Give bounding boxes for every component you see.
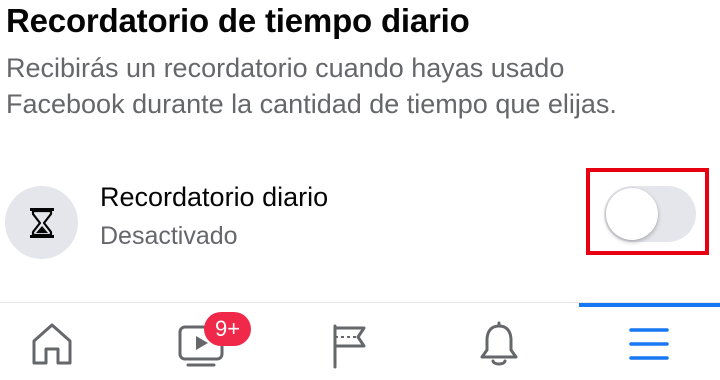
tab-home[interactable] [0,303,120,380]
tab-pages[interactable] [290,303,410,380]
hourglass-icon [5,186,78,259]
toggle-knob [606,188,658,240]
daily-reminder-toggle[interactable] [604,186,696,242]
watch-notification-badge: 9+ [204,312,251,346]
pages-flag-icon [333,324,366,369]
daily-reminder-label: Recordatorio diario [100,182,329,212]
notifications-bell-icon [480,321,518,366]
tab-notifications[interactable] [440,303,560,380]
tab-menu[interactable] [590,303,710,380]
home-icon [32,323,72,365]
section-title: Recordatorio de tiempo diario [6,2,470,39]
daily-reminder-status: Desactivado [100,222,238,250]
bottom-tab-bar: 9+ [0,303,720,380]
menu-icon [629,328,669,360]
section-description: Recibirás un recordatorio cuando hayas u… [6,53,617,119]
